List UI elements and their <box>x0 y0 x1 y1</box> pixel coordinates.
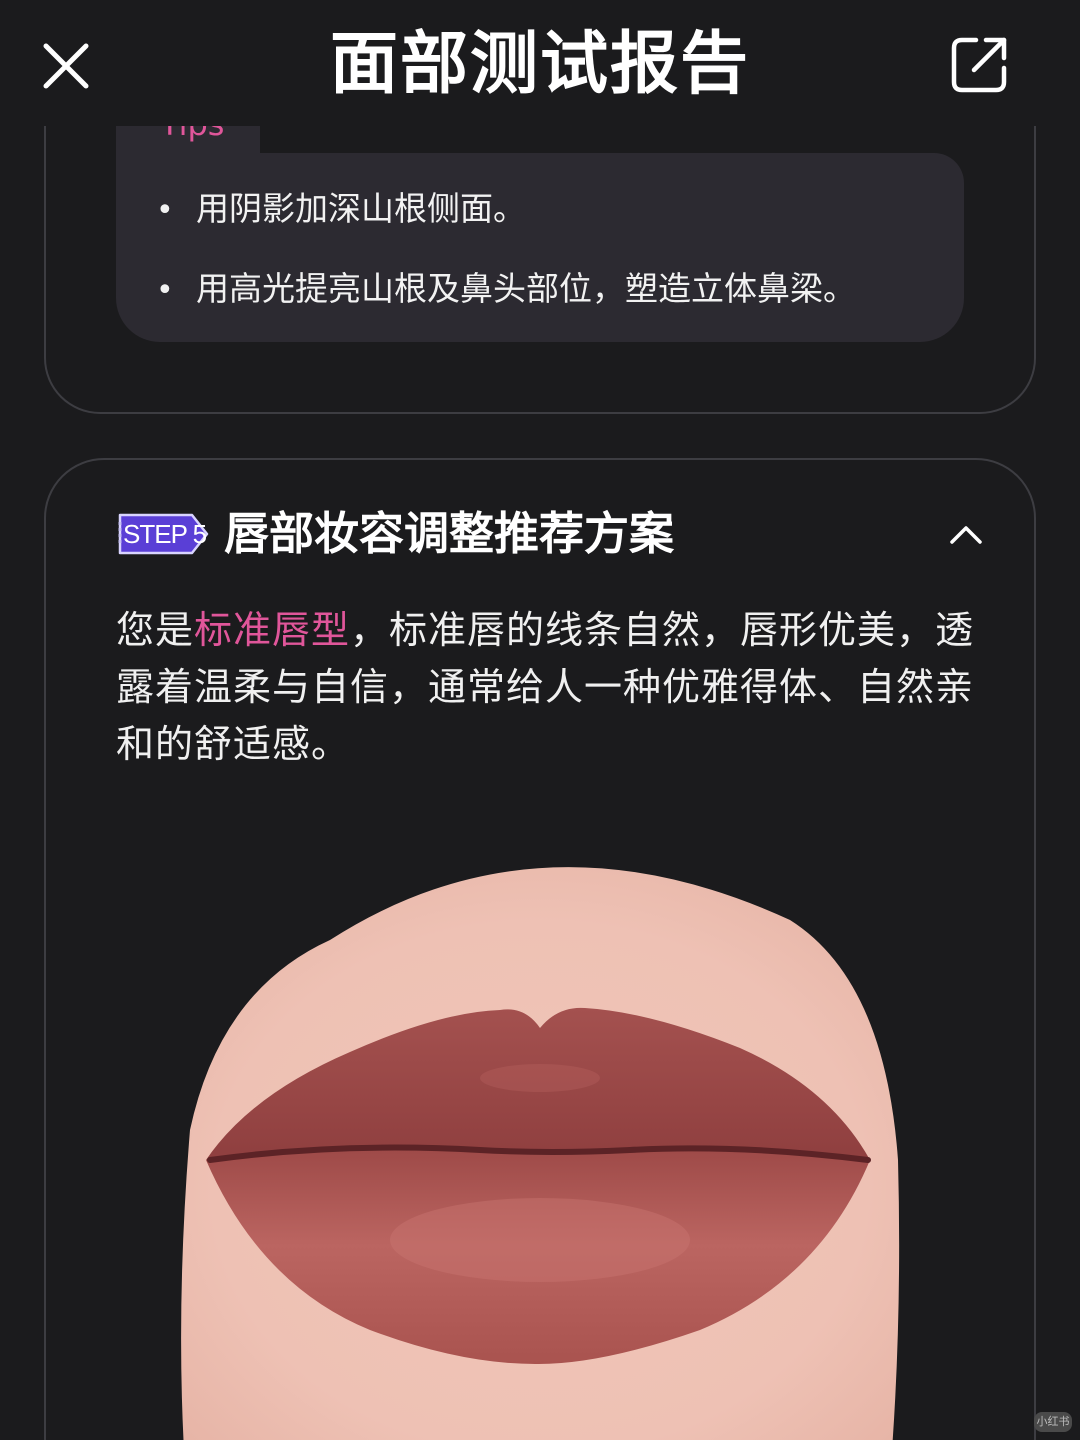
collapse-button[interactable] <box>944 514 988 554</box>
step-badge-label: STEP 5 <box>123 519 207 549</box>
lip-type-highlight: 标准唇型 <box>194 608 351 652</box>
lip-description: 您是标准唇型，标准唇的线条自然，唇形优美，透露着温柔与自信，通常给人一种优雅得体… <box>116 602 976 773</box>
top-bar: 面部测试报告 <box>0 0 1080 126</box>
bullet-icon: • <box>156 273 174 308</box>
page-title: 面部测试报告 <box>329 25 750 104</box>
section-title: 唇部妆容调整推荐方案 <box>224 507 675 560</box>
lips-illustration <box>181 867 900 1440</box>
tip-item: • 用阴影加深山根侧面。 <box>156 187 526 233</box>
share-external-icon <box>951 37 1007 93</box>
tip-text: 用阴影加深山根侧面。 <box>196 189 526 228</box>
desc-prefix: 您是 <box>116 608 195 652</box>
watermark-badge: 小红书 <box>1034 1412 1072 1432</box>
tip-text: 用高光提亮山根及鼻头部位，塑造立体鼻梁。 <box>196 269 856 308</box>
tip-item: • 用高光提亮山根及鼻头部位，塑造立体鼻梁。 <box>156 267 856 313</box>
face-report-page: 面部测试报告 Tips •用阴影加深山根侧面。 •用高光提亮山根及鼻头部位，塑造… <box>0 0 1080 1440</box>
share-button[interactable] <box>946 30 1014 98</box>
bullet-icon: • <box>156 193 174 228</box>
tips-box: • 用阴影加深山根侧面。 • 用高光提亮山根及鼻头部位，塑造立体鼻梁。 <box>116 153 964 342</box>
chevron-up-icon <box>950 526 982 544</box>
